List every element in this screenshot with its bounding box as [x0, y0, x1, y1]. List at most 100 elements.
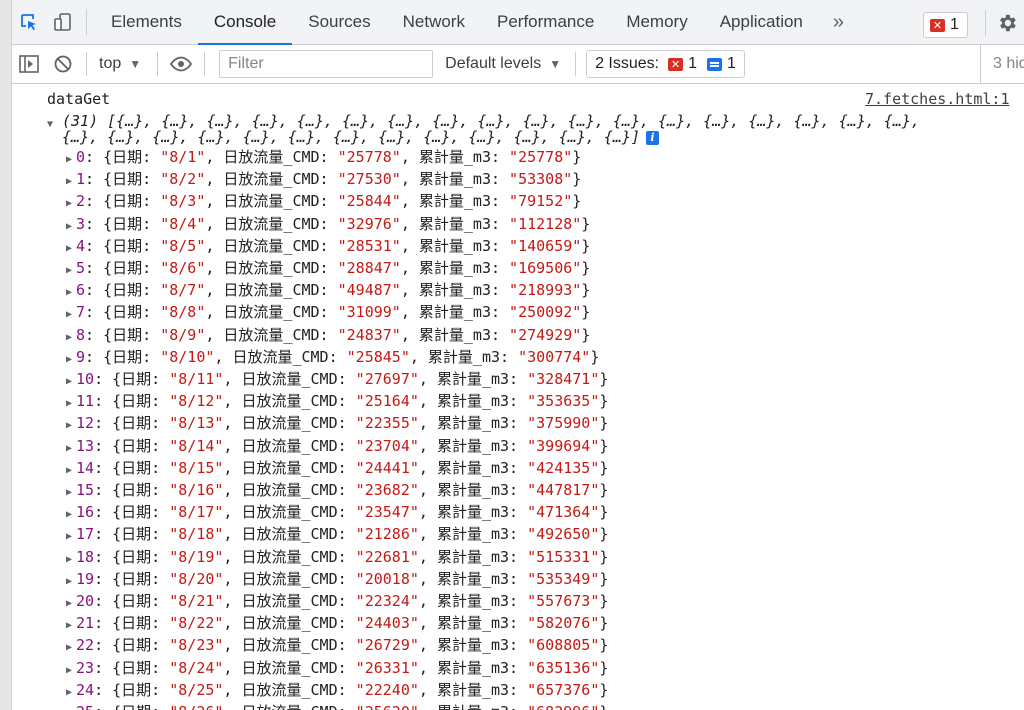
punct: }	[599, 658, 609, 677]
value-cmd-close-quote: "	[409, 414, 419, 433]
key-date: 日期	[112, 347, 143, 366]
punct: :	[319, 148, 338, 166]
log-levels-dropdown[interactable]: Default levels ▼	[445, 55, 561, 73]
value-total-open-quote: "	[518, 347, 528, 366]
tab-application[interactable]: Application	[704, 0, 819, 44]
value-cmd-open-quote: "	[355, 392, 365, 411]
punct: :	[509, 525, 528, 544]
filter-input[interactable]: Filter	[219, 50, 434, 78]
key-total: 累計量_m3	[418, 148, 491, 166]
expand-arrow-down-icon[interactable]: ▼	[47, 119, 53, 130]
value-cmd-close-quote: "	[409, 592, 419, 610]
array-entry-row[interactable]: ▶ 3: {日期: "8/4", 日放流量_CMD: "32976", 累計量_m…	[62, 213, 590, 235]
punct: :	[337, 392, 356, 411]
punct: }	[599, 569, 609, 588]
key-cmd: 日放流量_CMD	[241, 703, 337, 710]
punct: :	[142, 236, 161, 255]
punct: :	[509, 458, 528, 477]
array-entry-row[interactable]: ▶ 15: {日期: "8/16", 日放流量_CMD: "23682", 累計量…	[62, 479, 608, 501]
hidden-messages-count[interactable]: 3 hidden	[980, 45, 1024, 83]
array-entry-row[interactable]: ▶ 24: {日期: "8/25", 日放流量_CMD: "22240", 累計量…	[62, 679, 608, 701]
value-date: 8/12	[178, 392, 215, 411]
key-cmd: 日放流量_CMD	[232, 347, 329, 366]
key-cmd: 日放流量_CMD	[241, 392, 338, 411]
key-cmd: 日放流量_CMD	[241, 592, 338, 610]
value-cmd: 31099	[346, 303, 392, 322]
value-total-close-quote: "	[581, 347, 591, 366]
array-entry-row[interactable]: ▶ 9: {日期: "8/10", 日放流量_CMD: "25845", 累計量_…	[62, 346, 599, 368]
tab-elements[interactable]: Elements	[95, 0, 198, 44]
more-tabs-button[interactable]: »	[819, 0, 858, 44]
punct: ,	[223, 547, 242, 566]
context-selector[interactable]: top ▼	[93, 45, 151, 83]
key-date: 日期	[121, 370, 152, 388]
info-icon[interactable]: i	[645, 130, 659, 145]
log-source-link[interactable]: 7.fetches.html:1	[865, 88, 1010, 110]
key-date: 日期	[121, 703, 151, 710]
array-entry-row[interactable]: ▶ 6: {日期: "8/7", 日放流量_CMD: "49487", 累計量_m…	[62, 279, 590, 301]
key-total: 累計量_m3	[436, 592, 510, 610]
settings-gear-icon[interactable]	[996, 12, 1018, 34]
sidebar-toggle-icon[interactable]	[12, 45, 46, 83]
array-entry-row[interactable]: ▶ 23: {日期: "8/24", 日放流量_CMD: "26331", 累計量…	[62, 657, 608, 679]
tab-console[interactable]: Console	[197, 0, 293, 45]
key-cmd: 日放流量_CMD	[223, 214, 320, 233]
inspect-element-icon[interactable]	[12, 0, 46, 44]
array-summary-line2[interactable]: {…}, {…}, {…}, {…}, {…}, {…}, {…}, {…}, …	[62, 126, 659, 148]
punct: :	[337, 614, 356, 633]
device-toolbar-icon[interactable]	[46, 0, 80, 44]
array-entry-row[interactable]: ▶ 5: {日期: "8/6", 日放流量_CMD: "28847", 累計量_m…	[62, 257, 590, 279]
array-entry-row[interactable]: ▶ 0: {日期: "8/1", 日放流量_CMD: "25778", 累計量_m…	[62, 146, 581, 168]
value-cmd: 23704	[364, 436, 410, 455]
punct: :	[142, 214, 161, 233]
key-total: 累計量_m3	[436, 525, 510, 544]
entry-index: 17	[76, 525, 95, 544]
punct: :	[328, 347, 347, 366]
punct: :	[151, 481, 170, 499]
array-entry-row[interactable]: ▶ 2: {日期: "8/3", 日放流量_CMD: "25844", 累計量_m…	[62, 190, 581, 212]
array-entry-row[interactable]: ▶ 12: {日期: "8/13", 日放流量_CMD: "22355", 累計量…	[62, 412, 608, 434]
value-cmd: 24837	[346, 325, 392, 344]
punct: }	[581, 259, 591, 277]
array-entry-row[interactable]: ▶ 18: {日期: "8/19", 日放流量_CMD: "22681", 累計量…	[62, 546, 608, 568]
value-cmd-close-quote: "	[409, 614, 419, 633]
array-entry-row[interactable]: ▶ 17: {日期: "8/18", 日放流量_CMD: "21286", 累計量…	[62, 523, 608, 545]
array-entry-row[interactable]: ▶25: {日期: "8/26", 日放流量_CMD: "25620", 累計量…	[62, 701, 608, 710]
array-entry-row[interactable]: ▶ 10: {日期: "8/11", 日放流量_CMD: "27697", 累計量…	[62, 368, 608, 390]
issues-button[interactable]: 2 Issues: ✕ 1 1	[586, 50, 745, 78]
array-entry-row[interactable]: ▶ 11: {日期: "8/12", 日放流量_CMD: "25164", 累計量…	[62, 390, 608, 412]
array-entry-row[interactable]: ▶ 1: {日期: "8/2", 日放流量_CMD: "27530", 累計量_m…	[62, 168, 581, 190]
clear-console-icon[interactable]	[46, 45, 80, 83]
value-cmd-close-quote: "	[410, 703, 419, 710]
punct: ,	[409, 347, 428, 366]
value-date-close-quote: "	[196, 325, 206, 344]
punct: }	[599, 547, 609, 566]
array-entry-row[interactable]: ▶ 21: {日期: "8/22", 日放流量_CMD: "24403", 累計量…	[62, 612, 608, 634]
array-entry-row[interactable]: ▶ 22: {日期: "8/23", 日放流量_CMD: "26729", 累計量…	[62, 634, 608, 656]
array-entry-row[interactable]: ▶ 14: {日期: "8/15", 日放流量_CMD: "24441", 累計量…	[62, 457, 608, 479]
array-entry-row[interactable]: ▶ 19: {日期: "8/20", 日放流量_CMD: "20018", 累計量…	[62, 568, 608, 590]
tab-network[interactable]: Network	[387, 0, 481, 44]
entry-index: 7	[76, 303, 86, 322]
punct: : {	[85, 325, 113, 344]
array-entry-row[interactable]: ▶ 8: {日期: "8/9", 日放流量_CMD: "24837", 累計量_m…	[62, 324, 590, 346]
punct: }	[581, 281, 591, 300]
key-date: 日期	[121, 481, 152, 499]
array-entry-row[interactable]: ▶ 4: {日期: "8/5", 日放流量_CMD: "28531", 累計量_m…	[62, 235, 590, 257]
tab-memory[interactable]: Memory	[610, 0, 703, 44]
key-total: 累計量_m3	[436, 458, 510, 477]
punct: :	[319, 259, 338, 277]
error-count-badge[interactable]: ✕ 1	[923, 12, 968, 38]
key-date: 日期	[121, 636, 152, 655]
tab-sources[interactable]: Sources	[292, 0, 386, 44]
array-entry-row[interactable]: ▶ 16: {日期: "8/17", 日放流量_CMD: "23547", 累計量…	[62, 501, 608, 523]
array-entry-row[interactable]: ▶ 7: {日期: "8/8", 日放流量_CMD: "31099", 累計量_m…	[62, 301, 590, 323]
value-total-open-quote: "	[527, 703, 536, 710]
array-entry-row[interactable]: ▶ 20: {日期: "8/21", 日放流量_CMD: "22324", 累計量…	[62, 590, 608, 612]
value-date: 8/5	[169, 236, 197, 255]
value-cmd-open-quote: "	[355, 525, 365, 544]
live-expression-eye-icon[interactable]	[164, 45, 198, 83]
entry-index: 25	[76, 703, 94, 710]
tab-performance[interactable]: Performance	[481, 0, 610, 44]
array-entry-row[interactable]: ▶ 13: {日期: "8/14", 日放流量_CMD: "23704", 累計量…	[62, 435, 608, 457]
